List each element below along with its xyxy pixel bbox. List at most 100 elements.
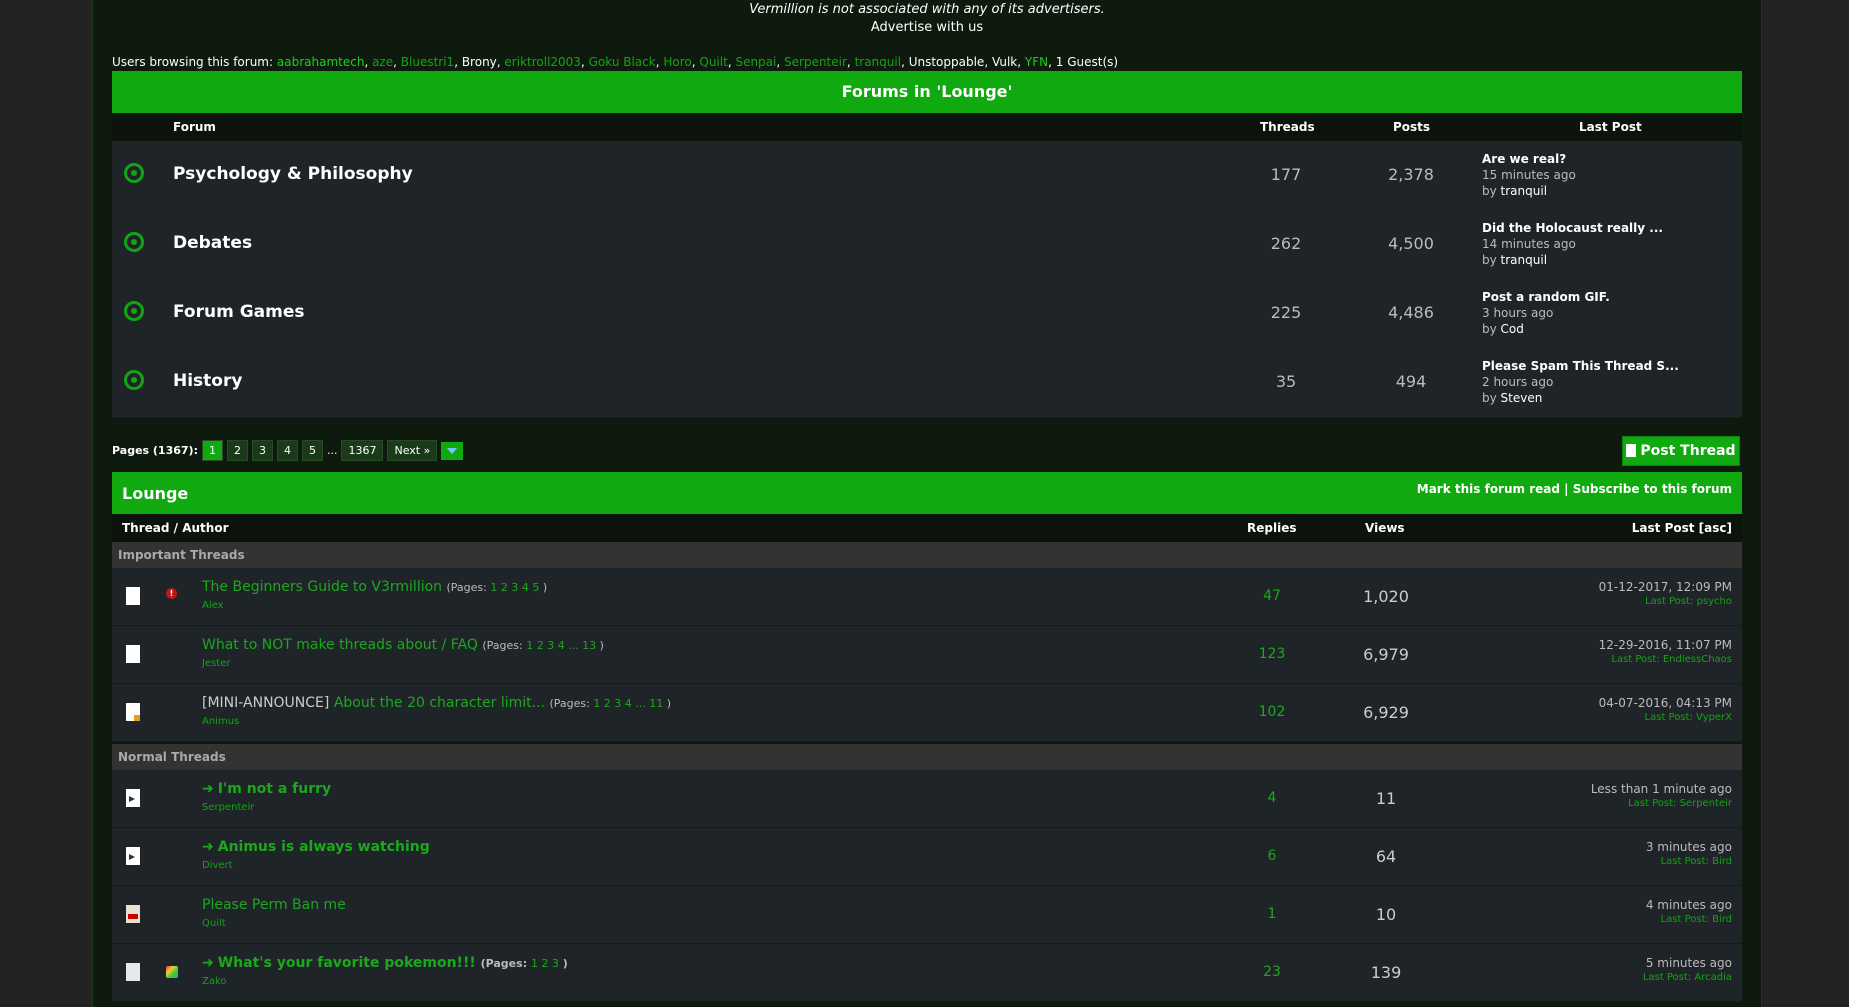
browsing-user[interactable]: Unstoppable (909, 55, 985, 69)
browsing-user[interactable]: tranquil (855, 55, 902, 69)
thread-author[interactable]: Alex (202, 600, 224, 611)
last-post-user[interactable]: VyperX (1696, 712, 1732, 723)
browsing-user[interactable]: Brony (462, 55, 497, 69)
thread-title-link[interactable]: What to NOT make threads about / FAQ (202, 637, 478, 653)
browsing-user[interactable]: Goku Black (589, 55, 656, 69)
important-threads-section: Important Threads (112, 542, 1742, 568)
browsing-user[interactable]: aabrahamtech (277, 55, 365, 69)
last-post-user[interactable]: psycho (1697, 596, 1732, 607)
last-post-user[interactable]: tranquil (1501, 253, 1548, 267)
browsing-user[interactable]: Senpai (735, 55, 776, 69)
page-5[interactable]: 5 (301, 440, 323, 461)
reply-count[interactable]: 23 (1232, 964, 1312, 980)
by-label: by (1482, 253, 1497, 267)
thread-row: What to NOT make threads about / FAQ (Pa… (112, 626, 1742, 684)
forum-status-icon (124, 232, 144, 252)
advertise-link[interactable]: Advertise with us (112, 20, 1742, 35)
thread-page-links[interactable]: 1 2 3 4 5 (490, 581, 539, 594)
thread-title-link[interactable]: I'm not a furry (218, 781, 331, 797)
reply-count[interactable]: 47 (1232, 588, 1312, 604)
last-post-title[interactable]: Post a random GIF. (1482, 289, 1610, 305)
thread-page-links[interactable]: 1 2 3 4 ... 13 (526, 639, 596, 652)
thread-title-link[interactable]: Animus is always watching (218, 839, 430, 855)
next-page-button[interactable]: Next » (387, 440, 438, 461)
thread-last-post: Less than 1 minute ago Last Post: Serpent… (1591, 782, 1732, 809)
page-3[interactable]: 3 (251, 440, 273, 461)
subforum-link[interactable]: Forum Games (173, 302, 305, 322)
go-to-new-icon[interactable]: ➜ (202, 955, 214, 971)
last-post-label[interactable]: Last Post: (1628, 798, 1676, 809)
last-post-label[interactable]: Last Post: (1611, 654, 1659, 665)
browsing-user[interactable]: Bluestri1 (401, 55, 454, 69)
last-post-user[interactable]: Arcadia (1694, 972, 1732, 983)
thread-title-link[interactable]: The Beginners Guide to V3rmillion (202, 579, 442, 595)
browsing-user[interactable]: Quilt (699, 55, 727, 69)
subscribe-link[interactable]: Subscribe to this forum (1573, 482, 1732, 496)
browsing-user[interactable]: Horo (663, 55, 691, 69)
browsing-user[interactable]: Serpenteir (784, 55, 847, 69)
last-post-label[interactable]: Last Post: (1643, 972, 1691, 983)
browsing-user[interactable]: Vulk (992, 55, 1017, 69)
thread-title-link[interactable]: What's your favorite pokemon!!! (218, 955, 476, 971)
last-post-user[interactable]: EndlessChaos (1663, 654, 1732, 665)
by-label: by (1482, 391, 1497, 405)
last-post-time: 2 hours ago (1482, 375, 1554, 389)
reply-count[interactable]: 1 (1232, 906, 1312, 922)
last-post-user[interactable]: tranquil (1501, 184, 1548, 198)
col-views[interactable]: Views (1365, 521, 1405, 535)
last-post-title[interactable]: Are we real? (1482, 151, 1576, 167)
thread-author[interactable]: Serpenteir (202, 802, 254, 813)
col-last-post-sort[interactable]: Last Post [asc] (1632, 521, 1732, 535)
reply-count[interactable]: 102 (1232, 704, 1312, 720)
view-count: 139 (1370, 963, 1402, 982)
thread-author[interactable]: Quilt (202, 918, 226, 929)
subforum-link[interactable]: History (173, 371, 242, 391)
last-post-label[interactable]: Last Post: (1661, 914, 1709, 925)
last-post-user[interactable]: Serpenteir (1680, 798, 1732, 809)
col-posts: Posts (1393, 120, 1431, 134)
section-label: Important Threads (118, 548, 245, 562)
reply-count[interactable]: 123 (1232, 646, 1312, 662)
pages-close: ) (542, 581, 548, 594)
thread-author[interactable]: Animus (202, 716, 239, 727)
lounge-title: Lounge (122, 484, 189, 503)
subforum-link[interactable]: Debates (173, 233, 252, 253)
actions-separator: | (1564, 482, 1569, 496)
thread-title-link[interactable]: About the 20 character limit... (334, 695, 545, 711)
col-thread-author[interactable]: Thread / Author (122, 521, 228, 535)
last-post-user[interactable]: Bird (1712, 856, 1732, 867)
mark-read-link[interactable]: Mark this forum read (1417, 482, 1560, 496)
last-post-title[interactable]: Please Spam This Thread S... (1482, 358, 1679, 374)
thread-page-links[interactable]: 1 2 3 4 ... 11 (593, 697, 663, 710)
new-document-icon (1626, 444, 1637, 457)
post-thread-button[interactable]: Post Thread (1622, 436, 1740, 466)
last-post-user[interactable]: Cod (1501, 322, 1524, 336)
last-post-title[interactable]: Did the Holocaust really ... (1482, 220, 1663, 236)
reply-count[interactable]: 4 (1232, 790, 1312, 806)
thread-title-link[interactable]: Please Perm Ban me (202, 897, 346, 913)
go-to-new-icon[interactable]: ➜ (202, 839, 214, 855)
page-1[interactable]: 1 (201, 440, 223, 461)
last-post-user[interactable]: Bird (1712, 914, 1732, 925)
browsing-user[interactable]: YFN (1025, 55, 1048, 69)
thread-author[interactable]: Divert (202, 860, 233, 871)
thread-page-links[interactable]: 1 2 3 (531, 957, 559, 970)
page-2[interactable]: 2 (226, 440, 248, 461)
jump-page-dropdown-icon[interactable] (441, 441, 464, 460)
last-post-label[interactable]: Last Post: (1645, 596, 1693, 607)
last-post-info: Please Spam This Thread S... 2 hours ago b… (1482, 358, 1679, 406)
col-replies[interactable]: Replies (1247, 521, 1296, 535)
thread-author[interactable]: Zako (202, 976, 227, 987)
page-4[interactable]: 4 (276, 440, 298, 461)
pages-label: Pages (1367): (112, 444, 198, 457)
last-post-user[interactable]: Steven (1501, 391, 1543, 405)
last-post-label[interactable]: Last Post: (1645, 712, 1693, 723)
go-to-new-icon[interactable]: ➜ (202, 781, 214, 797)
thread-author[interactable]: Jester (202, 658, 231, 669)
subforum-link[interactable]: Psychology & Philosophy (173, 164, 413, 184)
browsing-user[interactable]: aze (372, 55, 393, 69)
last-post-label[interactable]: Last Post: (1661, 856, 1709, 867)
page-last[interactable]: 1367 (341, 440, 384, 461)
browsing-user[interactable]: eriktroll2003 (504, 55, 581, 69)
reply-count[interactable]: 6 (1232, 848, 1312, 864)
